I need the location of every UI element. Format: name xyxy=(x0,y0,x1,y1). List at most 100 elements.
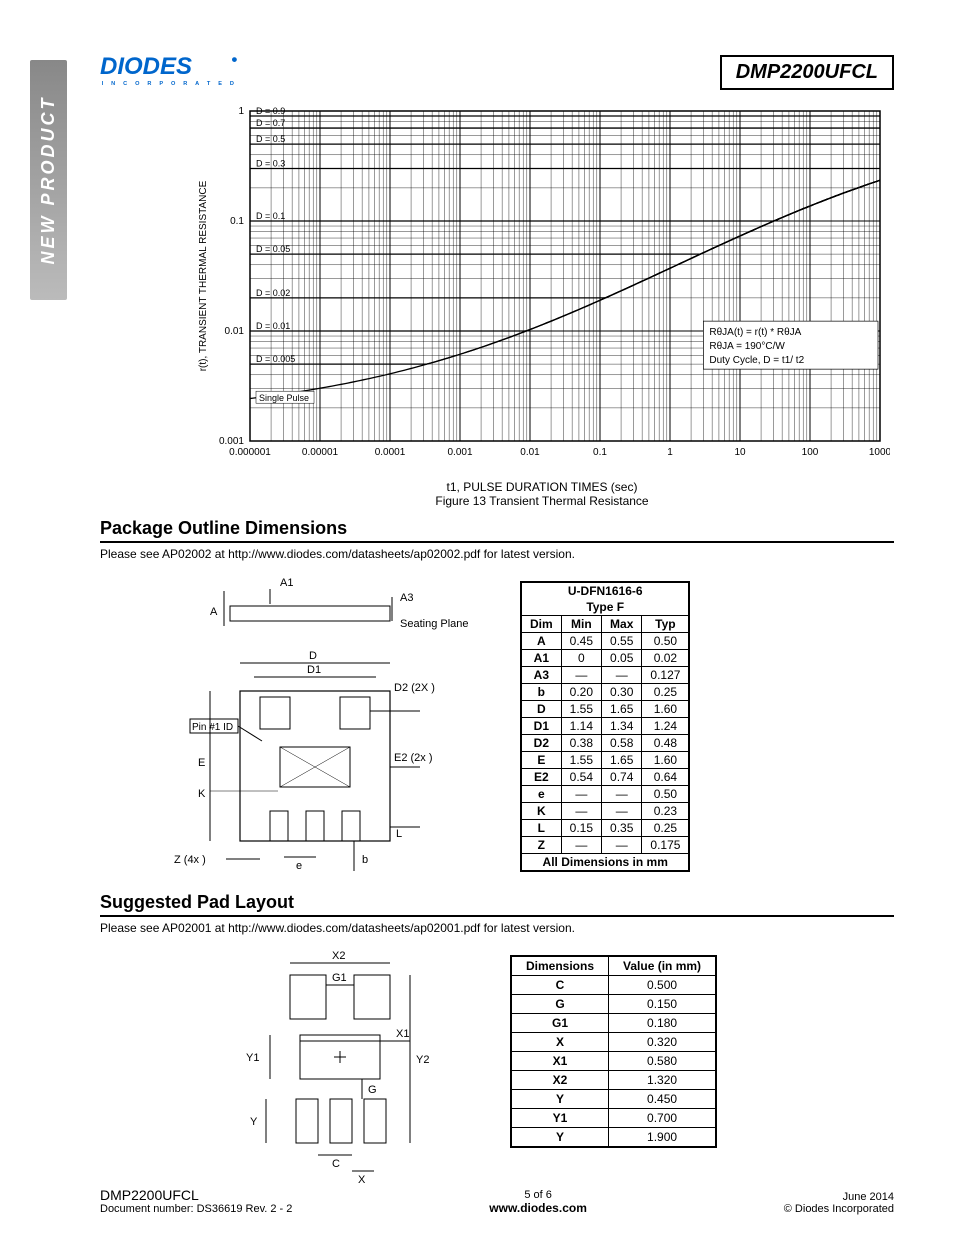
table-row: G10.180 xyxy=(511,1014,716,1033)
section-pad-title: Suggested Pad Layout xyxy=(100,892,894,917)
table-row: E20.540.740.64 xyxy=(521,769,689,786)
svg-text:Y2: Y2 xyxy=(416,1054,429,1066)
svg-text:0.0001: 0.0001 xyxy=(375,447,406,458)
svg-text:b: b xyxy=(362,854,368,866)
svg-text:A1: A1 xyxy=(280,577,293,589)
table-row: Y0.450 xyxy=(511,1090,716,1109)
logo-text: DIODES xyxy=(100,53,192,80)
side-new-product-label: NEW PRODUCT xyxy=(30,60,67,300)
chart-title: Figure 13 Transient Thermal Resistance xyxy=(435,494,648,508)
svg-text:G1: G1 xyxy=(332,972,347,984)
page-header: DIODES I N C O R P O R A T E D DMP2200UF… xyxy=(100,50,894,95)
svg-text:K: K xyxy=(198,788,206,800)
pkg-dimensions-table: U-DFN1616-6 Type F Dim Min Max Typ A0.45… xyxy=(520,581,690,872)
svg-text:1: 1 xyxy=(667,447,673,458)
table-row: E1.551.651.60 xyxy=(521,752,689,769)
svg-text:D = 0.3: D = 0.3 xyxy=(256,159,285,169)
svg-text:Seating Plane: Seating Plane xyxy=(400,618,469,630)
section-pad-note: Please see AP02001 at http://www.diodes.… xyxy=(100,921,894,935)
svg-text:D = 0.01: D = 0.01 xyxy=(256,321,290,331)
table-row: A0.450.550.50 xyxy=(521,633,689,650)
svg-text:X: X xyxy=(358,1174,366,1185)
table-row: G0.150 xyxy=(511,995,716,1014)
table-row: C0.500 xyxy=(511,976,716,995)
table-row: D11.141.341.24 xyxy=(521,718,689,735)
table-row: D20.380.580.48 xyxy=(521,735,689,752)
svg-text:0.01: 0.01 xyxy=(520,447,540,458)
svg-text:e: e xyxy=(296,860,302,872)
table-row: X10.580 xyxy=(511,1052,716,1071)
pkg-table-title2: Type F xyxy=(521,599,689,616)
section-pkg-note: Please see AP02002 at http://www.diodes.… xyxy=(100,547,894,561)
svg-text:1000: 1000 xyxy=(869,447,890,458)
part-number-box: DMP2200UFCL xyxy=(720,55,894,90)
section-pkg-title: Package Outline Dimensions xyxy=(100,518,894,543)
footer-doc: Document number: DS36619 Rev. 2 - 2 xyxy=(100,1203,292,1215)
table-row: Y1.900 xyxy=(511,1128,716,1148)
table-row: X21.320 xyxy=(511,1071,716,1090)
table-row: D1.551.651.60 xyxy=(521,701,689,718)
svg-text:Single Pulse: Single Pulse xyxy=(259,393,309,403)
pkg-h0: Dim xyxy=(521,616,561,633)
table-row: K——0.23 xyxy=(521,803,689,820)
svg-text:D = 0.02: D = 0.02 xyxy=(256,288,290,298)
svg-text:D = 0.7: D = 0.7 xyxy=(256,118,285,128)
svg-text:D = 0.005: D = 0.005 xyxy=(256,354,295,364)
svg-text:E2 (2x ): E2 (2x ) xyxy=(394,752,433,764)
svg-text:A: A xyxy=(210,606,218,618)
pkg-h1: Min xyxy=(561,616,601,633)
pad-h1: Value (in mm) xyxy=(609,956,717,976)
svg-text:1: 1 xyxy=(238,106,244,117)
svg-text:X2: X2 xyxy=(332,950,345,962)
svg-text:RθJA(t) = r(t) * RθJA: RθJA(t) = r(t) * RθJA xyxy=(709,327,801,338)
pad-layout-diagram: X2G1X1Y1Y2GYCX xyxy=(220,945,470,1190)
svg-text:D = 0.1: D = 0.1 xyxy=(256,211,285,221)
footer-page: 5 of 6 xyxy=(489,1189,587,1201)
svg-text:Duty Cycle, D = t1/ t2: Duty Cycle, D = t1/ t2 xyxy=(709,355,804,366)
svg-text:X1: X1 xyxy=(396,1028,409,1040)
table-row: e——0.50 xyxy=(521,786,689,803)
svg-text:E: E xyxy=(198,757,205,769)
svg-text:RθJA = 190°C/W: RθJA = 190°C/W xyxy=(709,341,785,352)
svg-text:0.001: 0.001 xyxy=(219,436,244,447)
thermal-chart: 0.000001 0.00001 0.0001 0.001 0.01 0.1 1 10 100 1… xyxy=(190,101,894,508)
svg-text:0.1: 0.1 xyxy=(230,216,244,227)
svg-text:0.00001: 0.00001 xyxy=(302,447,339,458)
svg-text:0.01: 0.01 xyxy=(225,326,245,337)
svg-text:D1: D1 xyxy=(307,664,321,676)
svg-text:r(t), TRANSIENT THERMAL RESIST: r(t), TRANSIENT THERMAL RESISTANCE xyxy=(198,180,209,371)
pkg-outline-diagram: A1AA3Seating PlaneDD1D2 (2X )Pin #1 IDEE… xyxy=(140,571,480,886)
footer-url: www.diodes.com xyxy=(489,1201,587,1215)
svg-text:D2 (2X ): D2 (2X ) xyxy=(394,682,435,694)
table-row: Y10.700 xyxy=(511,1109,716,1128)
svg-text:D = 0.9: D = 0.9 xyxy=(256,106,285,116)
page-footer: DMP2200UFCL Document number: DS36619 Rev… xyxy=(100,1187,894,1215)
table-row: b0.200.300.25 xyxy=(521,684,689,701)
table-row: Z——0.175 xyxy=(521,837,689,854)
svg-text:0.000001: 0.000001 xyxy=(229,447,271,458)
table-row: L0.150.350.25 xyxy=(521,820,689,837)
svg-text:100: 100 xyxy=(802,447,819,458)
footer-copyright: © Diodes Incorporated xyxy=(784,1203,894,1215)
pkg-table-footer: All Dimensions in mm xyxy=(521,854,689,872)
footer-part: DMP2200UFCL xyxy=(100,1187,292,1203)
svg-text:10: 10 xyxy=(734,447,746,458)
logo-subtext: I N C O R P O R A T E D xyxy=(102,81,238,87)
svg-text:Y1: Y1 xyxy=(246,1052,259,1064)
pkg-table-title1: U-DFN1616-6 xyxy=(521,582,689,599)
pad-h0: Dimensions xyxy=(511,956,609,976)
svg-text:L: L xyxy=(396,828,402,840)
footer-date: June 2014 xyxy=(784,1191,894,1203)
svg-text:Pin #1 ID: Pin #1 ID xyxy=(192,722,233,733)
company-logo: DIODES I N C O R P O R A T E D xyxy=(100,50,260,95)
pkg-h3: Typ xyxy=(642,616,690,633)
svg-text:0.001: 0.001 xyxy=(447,447,472,458)
table-row: A100.050.02 xyxy=(521,650,689,667)
svg-text:D = 0.5: D = 0.5 xyxy=(256,134,285,144)
svg-text:0.1: 0.1 xyxy=(593,447,607,458)
svg-text:G: G xyxy=(368,1084,377,1096)
pkg-h2: Max xyxy=(602,616,642,633)
svg-text:C: C xyxy=(332,1158,340,1170)
svg-text:Z (4x ): Z (4x ) xyxy=(174,854,206,866)
table-row: A3——0.127 xyxy=(521,667,689,684)
